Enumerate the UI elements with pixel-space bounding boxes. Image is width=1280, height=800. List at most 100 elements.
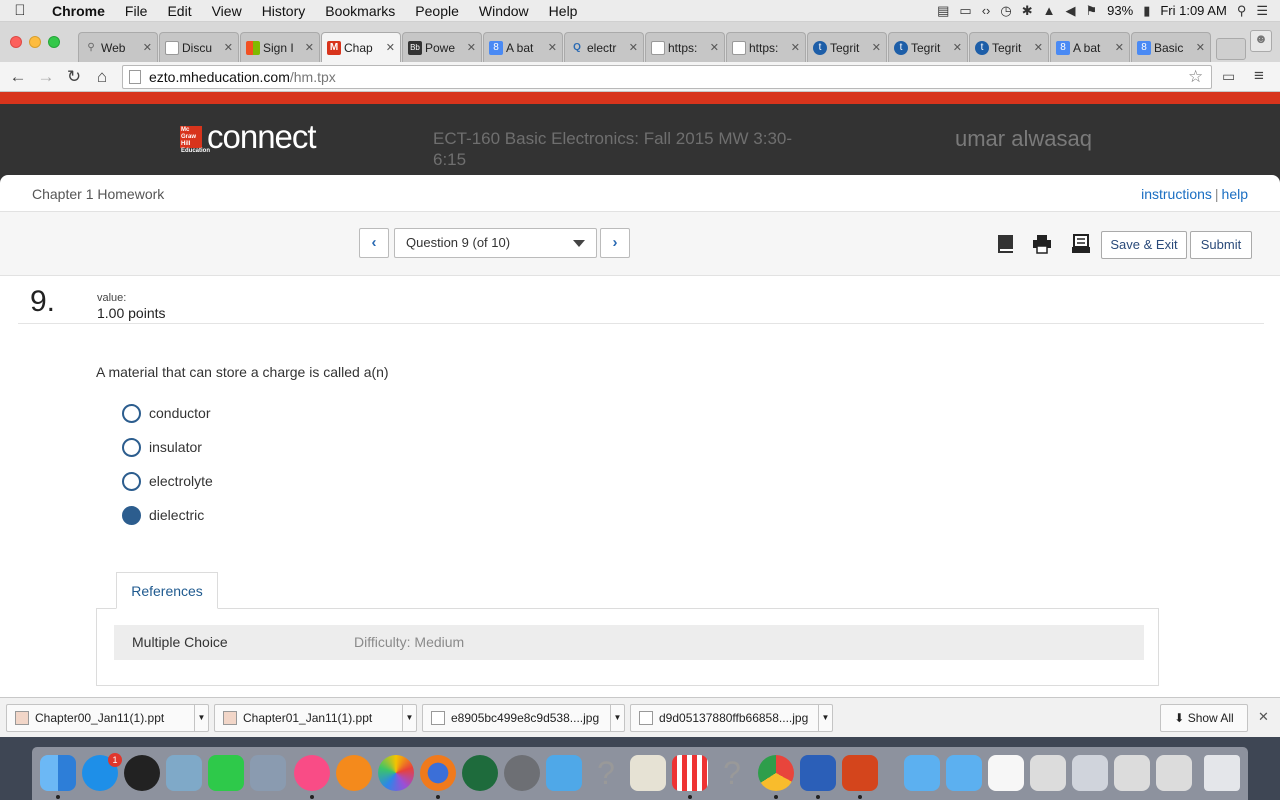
radio-button-selected[interactable] <box>122 505 141 525</box>
word-document-icon[interactable] <box>1030 755 1066 791</box>
download-item[interactable]: Chapter00_Jan11(1).ppt ▼ <box>6 704 209 732</box>
references-tab[interactable]: References <box>116 572 218 609</box>
answer-option[interactable]: insulator <box>122 437 202 457</box>
close-tab-icon[interactable]: ✕ <box>872 41 881 54</box>
firefox-icon[interactable] <box>420 755 456 791</box>
notification-center-icon[interactable]: ☰ <box>1256 3 1268 19</box>
menu-edit[interactable]: Edit <box>157 3 201 19</box>
close-tab-icon[interactable]: ✕ <box>953 41 962 54</box>
address-bar[interactable]: ezto.mheducation.com/hm.tpx <box>122 65 1212 89</box>
chevron-down-icon[interactable]: ▼ <box>402 705 416 731</box>
bluetooth-icon[interactable]: ✱ <box>1022 3 1033 19</box>
menu-file[interactable]: File <box>115 3 158 19</box>
tab-web[interactable]: ⚲ Web ✕ <box>78 32 158 62</box>
flag-icon[interactable]: ⚑ <box>1086 3 1098 19</box>
close-tab-icon[interactable]: ✕ <box>1115 41 1124 54</box>
tab-basic[interactable]: 8 Basic ✕ <box>1131 32 1211 62</box>
spotlight-search-icon[interactable]: ⚲ <box>1237 3 1247 19</box>
apple-menu-icon[interactable]:  <box>0 2 40 19</box>
close-tab-icon[interactable]: ✕ <box>710 41 719 54</box>
chevron-down-icon[interactable]: ▼ <box>194 705 208 731</box>
time-machine-icon[interactable]: ◷ <box>1000 3 1011 19</box>
forward-arrow-icon[interactable]: → <box>32 67 60 87</box>
answer-label[interactable]: conductor <box>149 405 210 421</box>
clock[interactable]: Fri 1:09 AM <box>1160 3 1226 18</box>
answer-option-selected[interactable]: dielectric <box>122 505 204 525</box>
tab-electricity[interactable]: Qelectr ✕ <box>564 32 644 62</box>
finder-icon[interactable] <box>40 755 76 791</box>
answer-label[interactable]: electrolyte <box>149 473 213 489</box>
system-preferences-icon[interactable] <box>504 755 540 791</box>
ebook-icon[interactable] <box>996 234 1016 254</box>
tab-tegrity-3[interactable]: t Tegrit ✕ <box>969 32 1049 62</box>
report-icon[interactable] <box>1071 234 1091 254</box>
answer-option[interactable]: electrolyte <box>122 471 213 491</box>
radio-button[interactable] <box>122 471 141 491</box>
submit-button[interactable]: Submit <box>1190 231 1252 259</box>
close-tab-icon[interactable]: ✕ <box>305 41 314 54</box>
facetime-icon[interactable] <box>208 755 244 791</box>
instructions-link[interactable]: instructions <box>1141 186 1212 202</box>
close-tab-icon[interactable]: ✕ <box>791 41 800 54</box>
tab-discussion[interactable]: Discu ✕ <box>159 32 239 62</box>
home-icon[interactable]: ⌂ <box>88 67 116 87</box>
directory-utility-icon[interactable] <box>630 755 666 791</box>
previous-question-button[interactable]: ‹ <box>359 228 389 258</box>
tab-tegrity-1[interactable]: t Tegrit ✕ <box>807 32 887 62</box>
print-icon[interactable] <box>1032 234 1052 254</box>
tab-a-battery[interactable]: 8A bat ✕ <box>483 32 563 62</box>
unknown-app-icon[interactable]: ? <box>714 755 750 791</box>
minimize-window-icon[interactable] <box>29 36 41 48</box>
radio-button[interactable] <box>122 437 141 457</box>
word-icon[interactable] <box>800 755 836 791</box>
menu-window[interactable]: Window <box>469 3 539 19</box>
tab-powerpoint[interactable]: Bb Powe ✕ <box>402 32 482 62</box>
cast-icon[interactable]: ▭ <box>1222 68 1235 85</box>
close-tab-icon[interactable]: ✕ <box>386 41 395 54</box>
close-tab-icon[interactable]: ✕ <box>143 41 152 54</box>
close-tab-icon[interactable]: ✕ <box>467 41 476 54</box>
close-tab-icon[interactable]: ✕ <box>224 41 233 54</box>
help-link[interactable]: help <box>1222 186 1248 202</box>
tab-https-1[interactable]: https: ✕ <box>645 32 725 62</box>
chevron-down-icon[interactable]: ▼ <box>610 705 624 731</box>
answer-label[interactable]: dielectric <box>149 507 204 523</box>
menu-history[interactable]: History <box>252 3 316 19</box>
close-tab-icon[interactable]: ✕ <box>548 41 557 54</box>
close-tab-icon[interactable]: ✕ <box>1034 41 1043 54</box>
menu-help[interactable]: Help <box>539 3 588 19</box>
answer-option[interactable]: conductor <box>122 403 210 423</box>
itunes-icon[interactable] <box>294 755 330 791</box>
close-tab-icon[interactable]: ✕ <box>1196 41 1205 54</box>
powerpoint-document-icon[interactable] <box>1114 755 1150 791</box>
tab-tegrity-2[interactable]: t Tegrit ✕ <box>888 32 968 62</box>
document-stack-icon[interactable] <box>988 755 1024 791</box>
menu-bookmarks[interactable]: Bookmarks <box>315 3 405 19</box>
wifi-icon[interactable]: ▲ <box>1043 3 1056 18</box>
photos-icon[interactable] <box>378 755 414 791</box>
save-exit-button[interactable]: Save & Exit <box>1101 231 1187 259</box>
shield-icon[interactable]: ▤ <box>937 3 949 19</box>
next-question-button[interactable]: › <box>600 228 630 258</box>
unknown-app-icon[interactable]: ? <box>588 755 624 791</box>
back-arrow-icon[interactable]: ← <box>4 67 32 87</box>
airplay-icon[interactable]: ▭ <box>959 3 971 19</box>
volume-icon[interactable]: ◀ <box>1066 3 1076 19</box>
profile-icon[interactable]: ☻ <box>1250 30 1272 52</box>
question-select[interactable]: Question 9 (of 10) <box>394 228 597 258</box>
answer-label[interactable]: insulator <box>149 439 202 455</box>
bookmark-star-icon[interactable]: ☆ <box>1188 67 1203 87</box>
close-tab-icon[interactable]: ✕ <box>629 41 638 54</box>
radio-button[interactable] <box>122 403 141 423</box>
ibooks-icon[interactable] <box>336 755 372 791</box>
trash-icon[interactable] <box>1204 755 1240 791</box>
documents-folder-icon[interactable] <box>946 755 982 791</box>
tab-chapter-active[interactable]: M Chap ✕ <box>321 32 401 62</box>
preview-icon[interactable] <box>166 755 202 791</box>
powerpoint-icon[interactable] <box>842 755 878 791</box>
time-machine-icon[interactable] <box>462 755 498 791</box>
reload-icon[interactable]: ↻ <box>60 67 88 87</box>
download-item[interactable]: Chapter01_Jan11(1).ppt ▼ <box>214 704 417 732</box>
page-info-icon[interactable] <box>129 70 141 84</box>
download-item[interactable]: e8905bc499e8c9d538....jpg ▼ <box>422 704 625 732</box>
